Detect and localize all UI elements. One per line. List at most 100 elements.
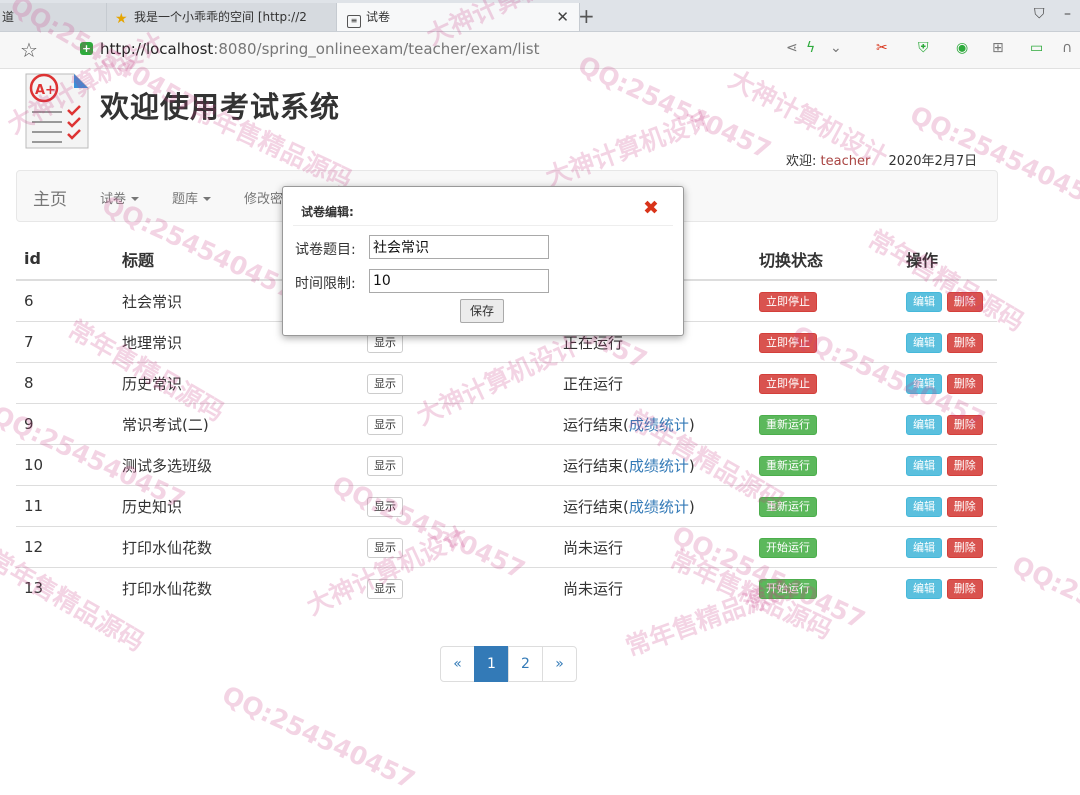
edit-button[interactable]: 编辑 [906,414,942,435]
delete-button[interactable]: 删除 [946,414,983,435]
cell-show: 显示 [359,567,555,608]
toggle-status-button[interactable]: 开始运行 [759,537,817,558]
secure-shield-icon: + [80,42,93,55]
cell-show: 显示 [359,403,555,445]
url-field[interactable]: http://localhost:8080/spring_onlineexam/… [100,40,539,58]
edit-button[interactable]: 编辑 [906,496,942,517]
nav-home[interactable]: 主页 [33,185,67,210]
cell-id: 6 [16,279,114,322]
show-button[interactable]: 显示 [367,537,403,558]
edit-button[interactable]: 编辑 [906,373,942,394]
save-button[interactable]: 保存 [460,299,504,323]
page-button-1[interactable]: 1 [474,646,509,682]
toggle-status-button[interactable]: 重新运行 [759,455,817,476]
battery-icon[interactable]: ▭ [1030,40,1043,56]
delete-button[interactable]: 删除 [946,455,983,476]
grid-icon[interactable]: ⊞ [992,40,1004,56]
page-prev-button[interactable]: « [440,646,475,682]
scissors-icon[interactable]: ✂ [876,40,888,56]
new-tab-icon[interactable]: + [578,3,595,29]
exam-title-input[interactable] [369,235,549,259]
cell-title: 打印水仙花数 [114,526,359,568]
table-row: 11 历史知识 显示 运行结束(成绩统计) 重新运行 编辑 删除 [16,485,997,527]
browser-tab[interactable]: 道 [0,3,106,31]
browser-tab[interactable]: ★ 我是一个小乖乖的空间 [http://2 [106,3,343,31]
delete-button[interactable]: 删除 [946,373,983,394]
cell-status: 运行结束(成绩统计) [555,485,751,527]
show-button[interactable]: 显示 [367,455,403,476]
toggle-status-button[interactable]: 立即停止 [759,332,817,353]
cell-actions: 编辑 删除 [898,403,997,445]
delete-button[interactable]: 删除 [946,332,983,353]
show-button[interactable]: 显示 [367,496,403,517]
minimize-icon[interactable]: – [1064,6,1071,22]
cell-status: 尚未运行 [555,567,751,608]
nav-exams-dropdown[interactable]: 试卷 [100,188,140,207]
browser-tab-active[interactable]: ≡ 试卷 ✕ [336,3,580,31]
show-button[interactable]: 显示 [367,373,403,394]
nav-label: 题库 [172,192,199,207]
delete-button[interactable]: 删除 [946,578,983,599]
nav-label: 修改密 [244,192,284,207]
toggle-status-button[interactable]: 重新运行 [759,496,817,517]
bookmark-star-icon[interactable]: ☆ [20,38,38,62]
edit-button[interactable]: 编辑 [906,291,942,312]
table-row: 12 打印水仙花数 显示 尚未运行 开始运行 编辑 删除 [16,526,997,568]
svg-text:A+: A+ [35,83,56,98]
col-toggle: 切换状态 [751,238,898,281]
cell-title: 历史常识 [114,362,359,404]
cell-show: 显示 [359,526,555,568]
toggle-status-button[interactable]: 重新运行 [759,414,817,435]
cell-toggle: 重新运行 [751,444,898,486]
cell-show: 显示 [359,362,555,404]
page-next-button[interactable]: » [542,646,577,682]
close-tab-icon[interactable]: ✕ [556,3,569,31]
edit-button[interactable]: 编辑 [906,537,942,558]
delete-button[interactable]: 删除 [946,496,983,517]
table-row: 9 常识考试(二) 显示 运行结束(成绩统计) 重新运行 编辑 删除 [16,403,997,445]
close-x-icon[interactable]: ✖ [643,197,659,219]
shield-icon[interactable]: ⛨ [918,40,929,56]
cell-title: 常识考试(二) [114,403,359,445]
edit-button[interactable]: 编辑 [906,332,942,353]
nav-change-password[interactable]: 修改密 [244,188,283,207]
toggle-status-button[interactable]: 立即停止 [759,373,817,394]
lightning-icon[interactable]: ϟ [806,40,815,56]
cell-actions: 编辑 删除 [898,444,997,486]
shirt-icon[interactable]: ⛉ [1034,6,1045,22]
delete-button[interactable]: 删除 [946,537,983,558]
tab-title: 我是一个小乖乖的空间 [http://2 [134,10,307,24]
edit-button[interactable]: 编辑 [906,578,942,599]
cell-id: 9 [16,403,114,445]
status-suffix: ) [688,497,695,516]
current-date: 2020年2月7日 [888,154,978,169]
cell-status: 尚未运行 [555,526,751,568]
show-button[interactable]: 显示 [367,414,403,435]
page-icon: ≡ [347,15,361,28]
tab-title: 道 [2,10,15,24]
delete-button[interactable]: 删除 [946,291,983,312]
toggle-status-button[interactable]: 立即停止 [759,291,817,312]
time-limit-input[interactable] [369,269,549,293]
nav-question-bank-dropdown[interactable]: 题库 [172,188,212,207]
username-link[interactable]: teacher [821,154,871,169]
status-text: 尚未运行 [563,579,624,598]
cell-actions: 编辑 删除 [898,321,997,363]
chevron-down-icon[interactable]: ⌄ [830,40,842,56]
headphones-icon[interactable]: ∩ [1062,40,1072,56]
page-button-2[interactable]: 2 [508,646,543,682]
cell-toggle: 重新运行 [751,403,898,445]
address-bar: ☆ + http://localhost:8080/spring_onlinee… [0,32,1080,69]
edit-button[interactable]: 编辑 [906,455,942,476]
cell-actions: 编辑 删除 [898,279,997,322]
share-icon[interactable]: ⋖ [786,40,798,56]
wechat-icon[interactable]: ◉ [956,40,968,56]
tab-title: 试卷 [366,10,391,24]
stats-link[interactable]: 成绩统计 [629,457,689,475]
cell-toggle: 开始运行 [751,526,898,568]
show-button[interactable]: 显示 [367,578,403,599]
stats-link[interactable]: 成绩统计 [629,498,689,516]
status-suffix: ) [688,456,695,475]
toggle-status-button[interactable]: 开始运行 [759,578,817,599]
stats-link[interactable]: 成绩统计 [629,416,689,434]
